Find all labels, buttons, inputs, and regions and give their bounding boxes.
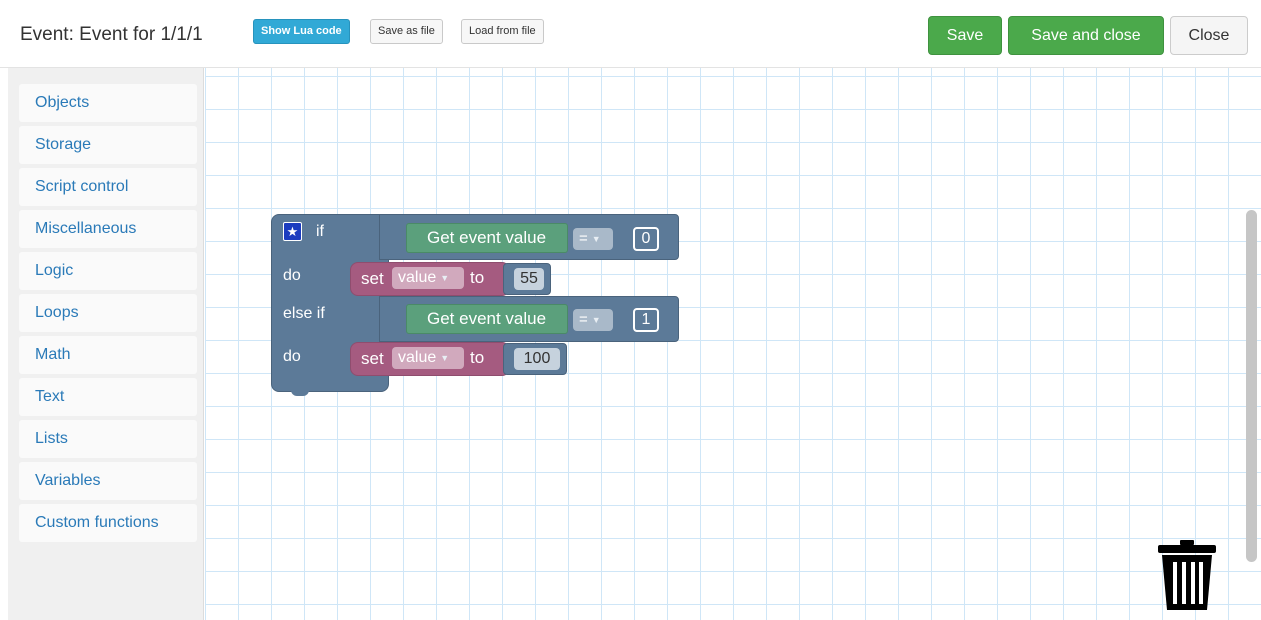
category-variables[interactable]: Variables — [19, 462, 197, 500]
get-event-value-block-1[interactable]: Get event value — [406, 223, 568, 253]
variable-dropdown-1[interactable]: value ▼ — [392, 267, 464, 289]
number-value-1[interactable]: 55 — [514, 268, 544, 290]
save-button[interactable]: Save — [928, 16, 1002, 55]
caret-down-icon: ▼ — [440, 273, 450, 283]
operator-dropdown-2[interactable]: = ▼ — [573, 309, 613, 331]
category-custom-functions[interactable]: Custom functions — [19, 504, 197, 542]
toolbox-sidebar: Objects Storage Script control Miscellan… — [8, 68, 204, 620]
variable-name-1: value — [398, 269, 437, 287]
category-logic[interactable]: Logic — [19, 252, 197, 290]
to-keyword-1: to — [470, 268, 485, 287]
variable-dropdown-2[interactable]: value ▼ — [392, 347, 464, 369]
category-loops[interactable]: Loops — [19, 294, 197, 332]
close-button[interactable]: Close — [1170, 16, 1248, 55]
do-keyword-2: do — [283, 348, 301, 365]
star-icon[interactable]: ★ — [283, 222, 302, 241]
operator-dropdown-1[interactable]: = ▼ — [573, 228, 613, 250]
caret-down-icon: ▼ — [440, 353, 450, 363]
do-keyword-1: do — [283, 267, 301, 284]
category-text[interactable]: Text — [19, 378, 197, 416]
if-block-notch — [291, 384, 309, 396]
category-miscellaneous[interactable]: Miscellaneous — [19, 210, 197, 248]
category-lists[interactable]: Lists — [19, 420, 197, 458]
category-objects[interactable]: Objects — [19, 84, 197, 122]
set-keyword-1: set — [361, 269, 384, 288]
load-from-file-button[interactable]: Load from file — [461, 19, 544, 44]
operator-label-2: = — [579, 311, 588, 328]
get-event-value-block-2[interactable]: Get event value — [406, 304, 568, 334]
save-as-file-button[interactable]: Save as file — [370, 19, 443, 44]
header-bar: Event: Event for 1/1/1 Show Lua code Sav… — [0, 0, 1261, 68]
number-value-2[interactable]: 100 — [514, 348, 560, 370]
else-if-keyword: else if — [283, 305, 325, 322]
show-lua-code-button[interactable]: Show Lua code — [253, 19, 350, 44]
category-script-control[interactable]: Script control — [19, 168, 197, 206]
caret-down-icon: ▼ — [591, 315, 601, 326]
set-keyword-2: set — [361, 349, 384, 368]
compare-value-1[interactable]: 0 — [633, 227, 659, 251]
operator-label-1: = — [579, 230, 588, 247]
trash-icon[interactable] — [1156, 540, 1218, 610]
save-and-close-button[interactable]: Save and close — [1008, 16, 1164, 55]
workspace-scrollbar[interactable] — [1246, 210, 1257, 562]
variable-name-2: value — [398, 349, 437, 367]
page-title: Event: Event for 1/1/1 — [20, 24, 203, 45]
category-math[interactable]: Math — [19, 336, 197, 374]
compare-value-2[interactable]: 1 — [633, 308, 659, 332]
caret-down-icon: ▼ — [591, 234, 601, 245]
if-keyword: if — [316, 223, 324, 240]
to-keyword-2: to — [470, 348, 485, 367]
category-storage[interactable]: Storage — [19, 126, 197, 164]
